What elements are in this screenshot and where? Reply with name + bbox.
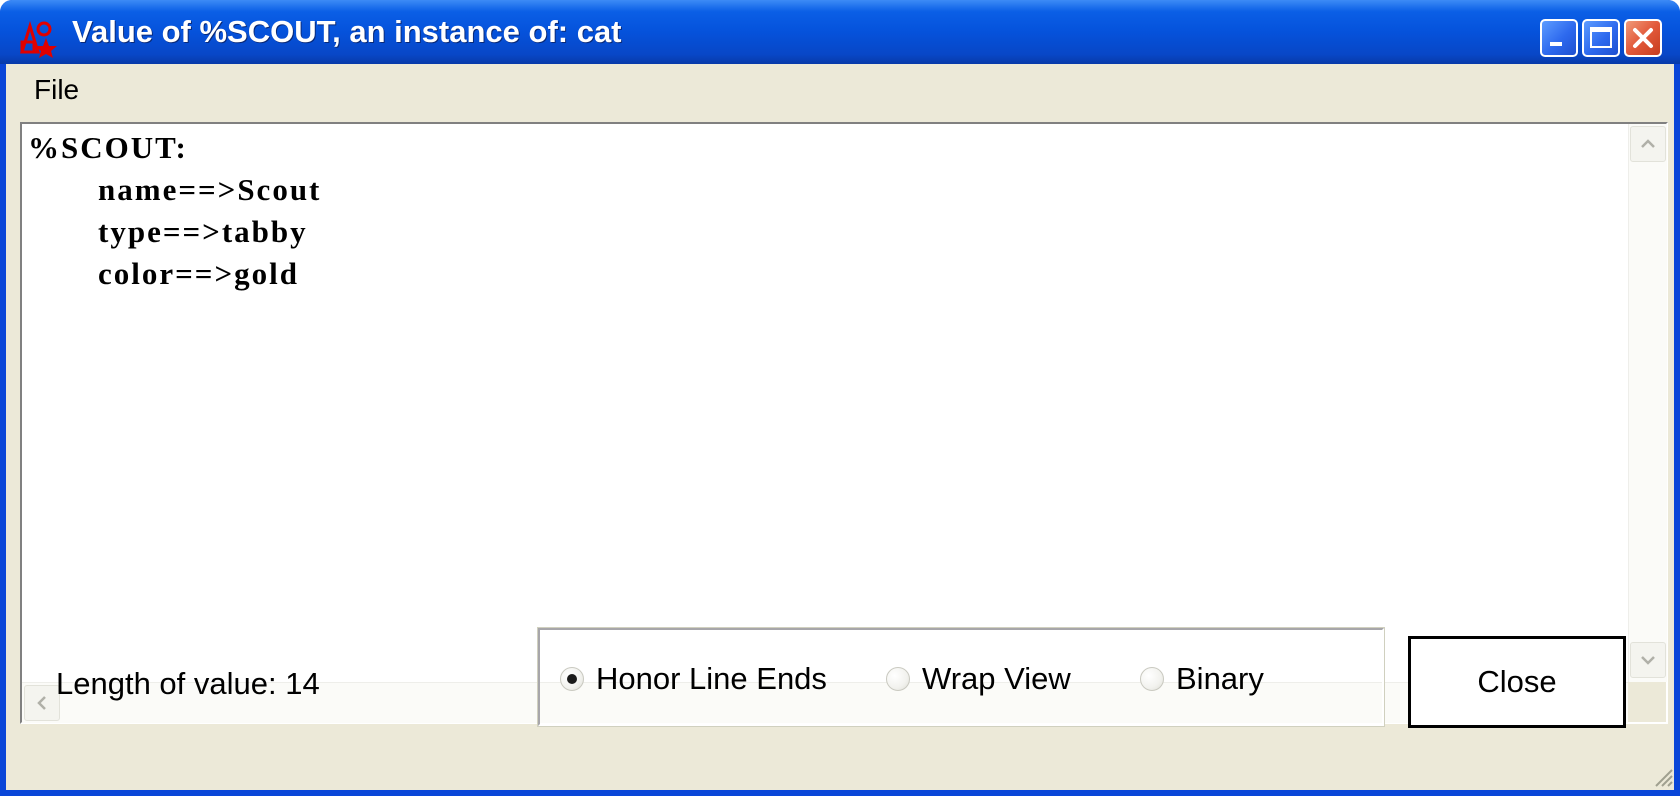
radio-honor-line-ends[interactable]: Honor Line Ends [560, 661, 827, 696]
radio-unselected-icon[interactable] [1140, 667, 1164, 691]
radio-unselected-icon[interactable] [886, 667, 910, 691]
value-length-label: Length of value: 14 [56, 666, 320, 701]
value-heading: %SCOUT: [28, 130, 188, 165]
value-line-type: type==>tabby [98, 214, 308, 249]
chevron-left-icon [37, 696, 46, 710]
resize-grip-icon[interactable] [1650, 764, 1674, 788]
title-bar[interactable]: Value of %SCOUT, an instance of: cat [0, 0, 1680, 64]
menu-bar: File [6, 64, 1674, 118]
close-icon [1633, 28, 1653, 48]
object-value-window: Value of %SCOUT, an instance of: cat Fil… [0, 0, 1680, 796]
view-mode-group: Honor Line Ends Wrap View Binary [537, 627, 1385, 727]
close-window-button[interactable] [1624, 19, 1662, 57]
scroll-down-button[interactable] [1630, 642, 1666, 678]
scroll-left-button[interactable] [24, 685, 60, 721]
chevron-down-icon [1641, 656, 1655, 665]
menu-file[interactable]: File [34, 74, 79, 106]
radio-selected-icon[interactable] [560, 667, 584, 691]
radio-wrap-view[interactable]: Wrap View [886, 661, 1071, 696]
close-button[interactable]: Close [1408, 636, 1626, 728]
chevron-up-icon [1641, 139, 1655, 148]
vertical-scrollbar[interactable] [1628, 124, 1667, 682]
maximize-button[interactable] [1582, 19, 1620, 57]
scrollbar-corner [1628, 682, 1666, 722]
window-title: Value of %SCOUT, an instance of: cat [72, 14, 622, 49]
minimize-button[interactable] [1540, 19, 1578, 57]
radio-label: Honor Line Ends [596, 661, 827, 696]
value-text-area[interactable]: %SCOUT: name==>Scout type==>tabby color=… [22, 124, 1630, 682]
maximize-icon [1590, 27, 1612, 48]
radio-label: Binary [1176, 661, 1264, 696]
minimize-icon [1550, 42, 1562, 46]
radio-binary[interactable]: Binary [1140, 661, 1264, 696]
value-line-color: color==>gold [98, 256, 299, 291]
window-client-area: File %SCOUT: name==>Scout type==>tabby c… [6, 64, 1674, 790]
app-icon [19, 20, 57, 58]
value-line-name: name==>Scout [98, 172, 322, 207]
scroll-up-button[interactable] [1630, 126, 1666, 162]
radio-label: Wrap View [922, 661, 1071, 696]
